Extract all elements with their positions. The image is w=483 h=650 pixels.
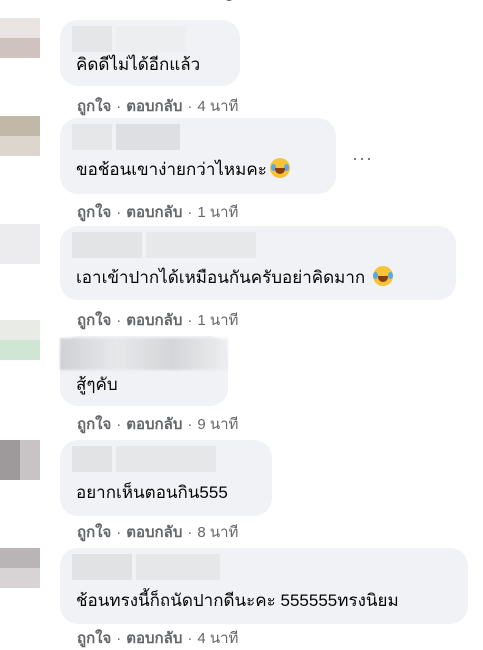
comment-bubble: เอาเข้าปากได้เหมือนกันครับอย่าคิดมาก [60,226,456,300]
reply-link[interactable]: ตอบกลับ [126,312,182,329]
blurred-author-name [72,124,184,150]
dot-separator: · [116,524,122,541]
blurred-author-name [72,26,190,52]
comment-bubble: อยากเห็นตอนกิน555 [60,440,272,516]
comment-actions: ถูกใจ · ตอบกลับ · 4 นาที [77,94,238,118]
like-link[interactable]: ถูกใจ [77,416,111,433]
comment-bubble: ขอช้อนเขาง่ายกว่าไหมคะ [60,118,336,194]
comment-text: อยากเห็นตอนกิน555 [76,483,228,502]
more-options-icon[interactable]: ··· [352,148,373,169]
avatar[interactable] [0,224,40,264]
like-link[interactable]: ถูกใจ [77,630,111,647]
comment-actions: ถูกใจ · ตอบกลับ · 8 นาที [77,520,238,544]
crying-laughing-cat-icon [269,158,290,178]
dot-separator: · [116,630,122,647]
timestamp[interactable]: 4 นาที [197,630,238,647]
avatar[interactable] [0,440,40,480]
blurred-author-name [72,446,220,472]
timestamp[interactable]: 4 นาที [197,98,238,115]
dot-separator: · [187,98,193,115]
timestamp[interactable]: 9 นาที [197,416,238,433]
blurred-author-name [72,232,260,258]
like-link[interactable]: ถูกใจ [77,524,111,541]
dot-separator: · [116,312,122,329]
timestamp[interactable]: 1 นาที [197,312,238,329]
dot-separator: · [116,98,122,115]
blurred-author-name [60,338,228,370]
avatar[interactable] [0,18,40,58]
avatar[interactable] [0,320,40,360]
comment-text: คิดดีไม่ได้อีกแล้ว [76,55,201,74]
dot-separator: · [116,204,122,221]
dot-separator: · [187,312,193,329]
comment-text: สู้ๆคับ [76,375,118,394]
comment-bubble: ช้อนทรงนี้ก็ถนัดปากดีนะคะ 555555ทรงนิยม [60,548,468,624]
like-link[interactable]: ถูกใจ [77,204,111,221]
timestamp[interactable]: 8 นาที [197,524,238,541]
previous-comment-time-fragment: 5 [225,0,233,5]
comment-text: ขอช้อนเขาง่ายกว่าไหมคะ [76,158,290,181]
comment-text: เอาเข้าปากได้เหมือนกันครับอย่าคิดมาก [76,266,394,289]
avatar[interactable] [0,116,40,156]
dot-separator: · [187,204,193,221]
like-link[interactable]: ถูกใจ [77,98,111,115]
comment-actions: ถูกใจ · ตอบกลับ · 9 นาที [77,412,238,436]
reply-link[interactable]: ตอบกลับ [126,416,182,433]
blurred-author-name [72,554,224,580]
avatar[interactable] [0,548,40,588]
reply-link[interactable]: ตอบกลับ [126,630,182,647]
reply-link[interactable]: ตอบกลับ [126,524,182,541]
like-link[interactable]: ถูกใจ [77,312,111,329]
reply-link[interactable]: ตอบกลับ [126,98,182,115]
reply-link[interactable]: ตอบกลับ [126,204,182,221]
timestamp[interactable]: 1 นาที [197,204,238,221]
comment-bubble: คิดดีไม่ได้อีกแล้ว [60,20,240,86]
dot-separator: · [187,416,193,433]
tears-of-joy-icon [373,266,394,286]
dot-separator: · [187,524,193,541]
comment-actions: ถูกใจ · ตอบกลับ · 4 นาที [77,626,238,650]
dot-separator: · [187,630,193,647]
comment-actions: ถูกใจ · ตอบกลับ · 1 นาที [77,308,238,332]
comment-actions: ถูกใจ · ตอบกลับ · 1 นาที [77,200,238,224]
dot-separator: · [116,416,122,433]
comment-text: ช้อนทรงนี้ก็ถนัดปากดีนะคะ 555555ทรงนิยม [76,591,399,610]
